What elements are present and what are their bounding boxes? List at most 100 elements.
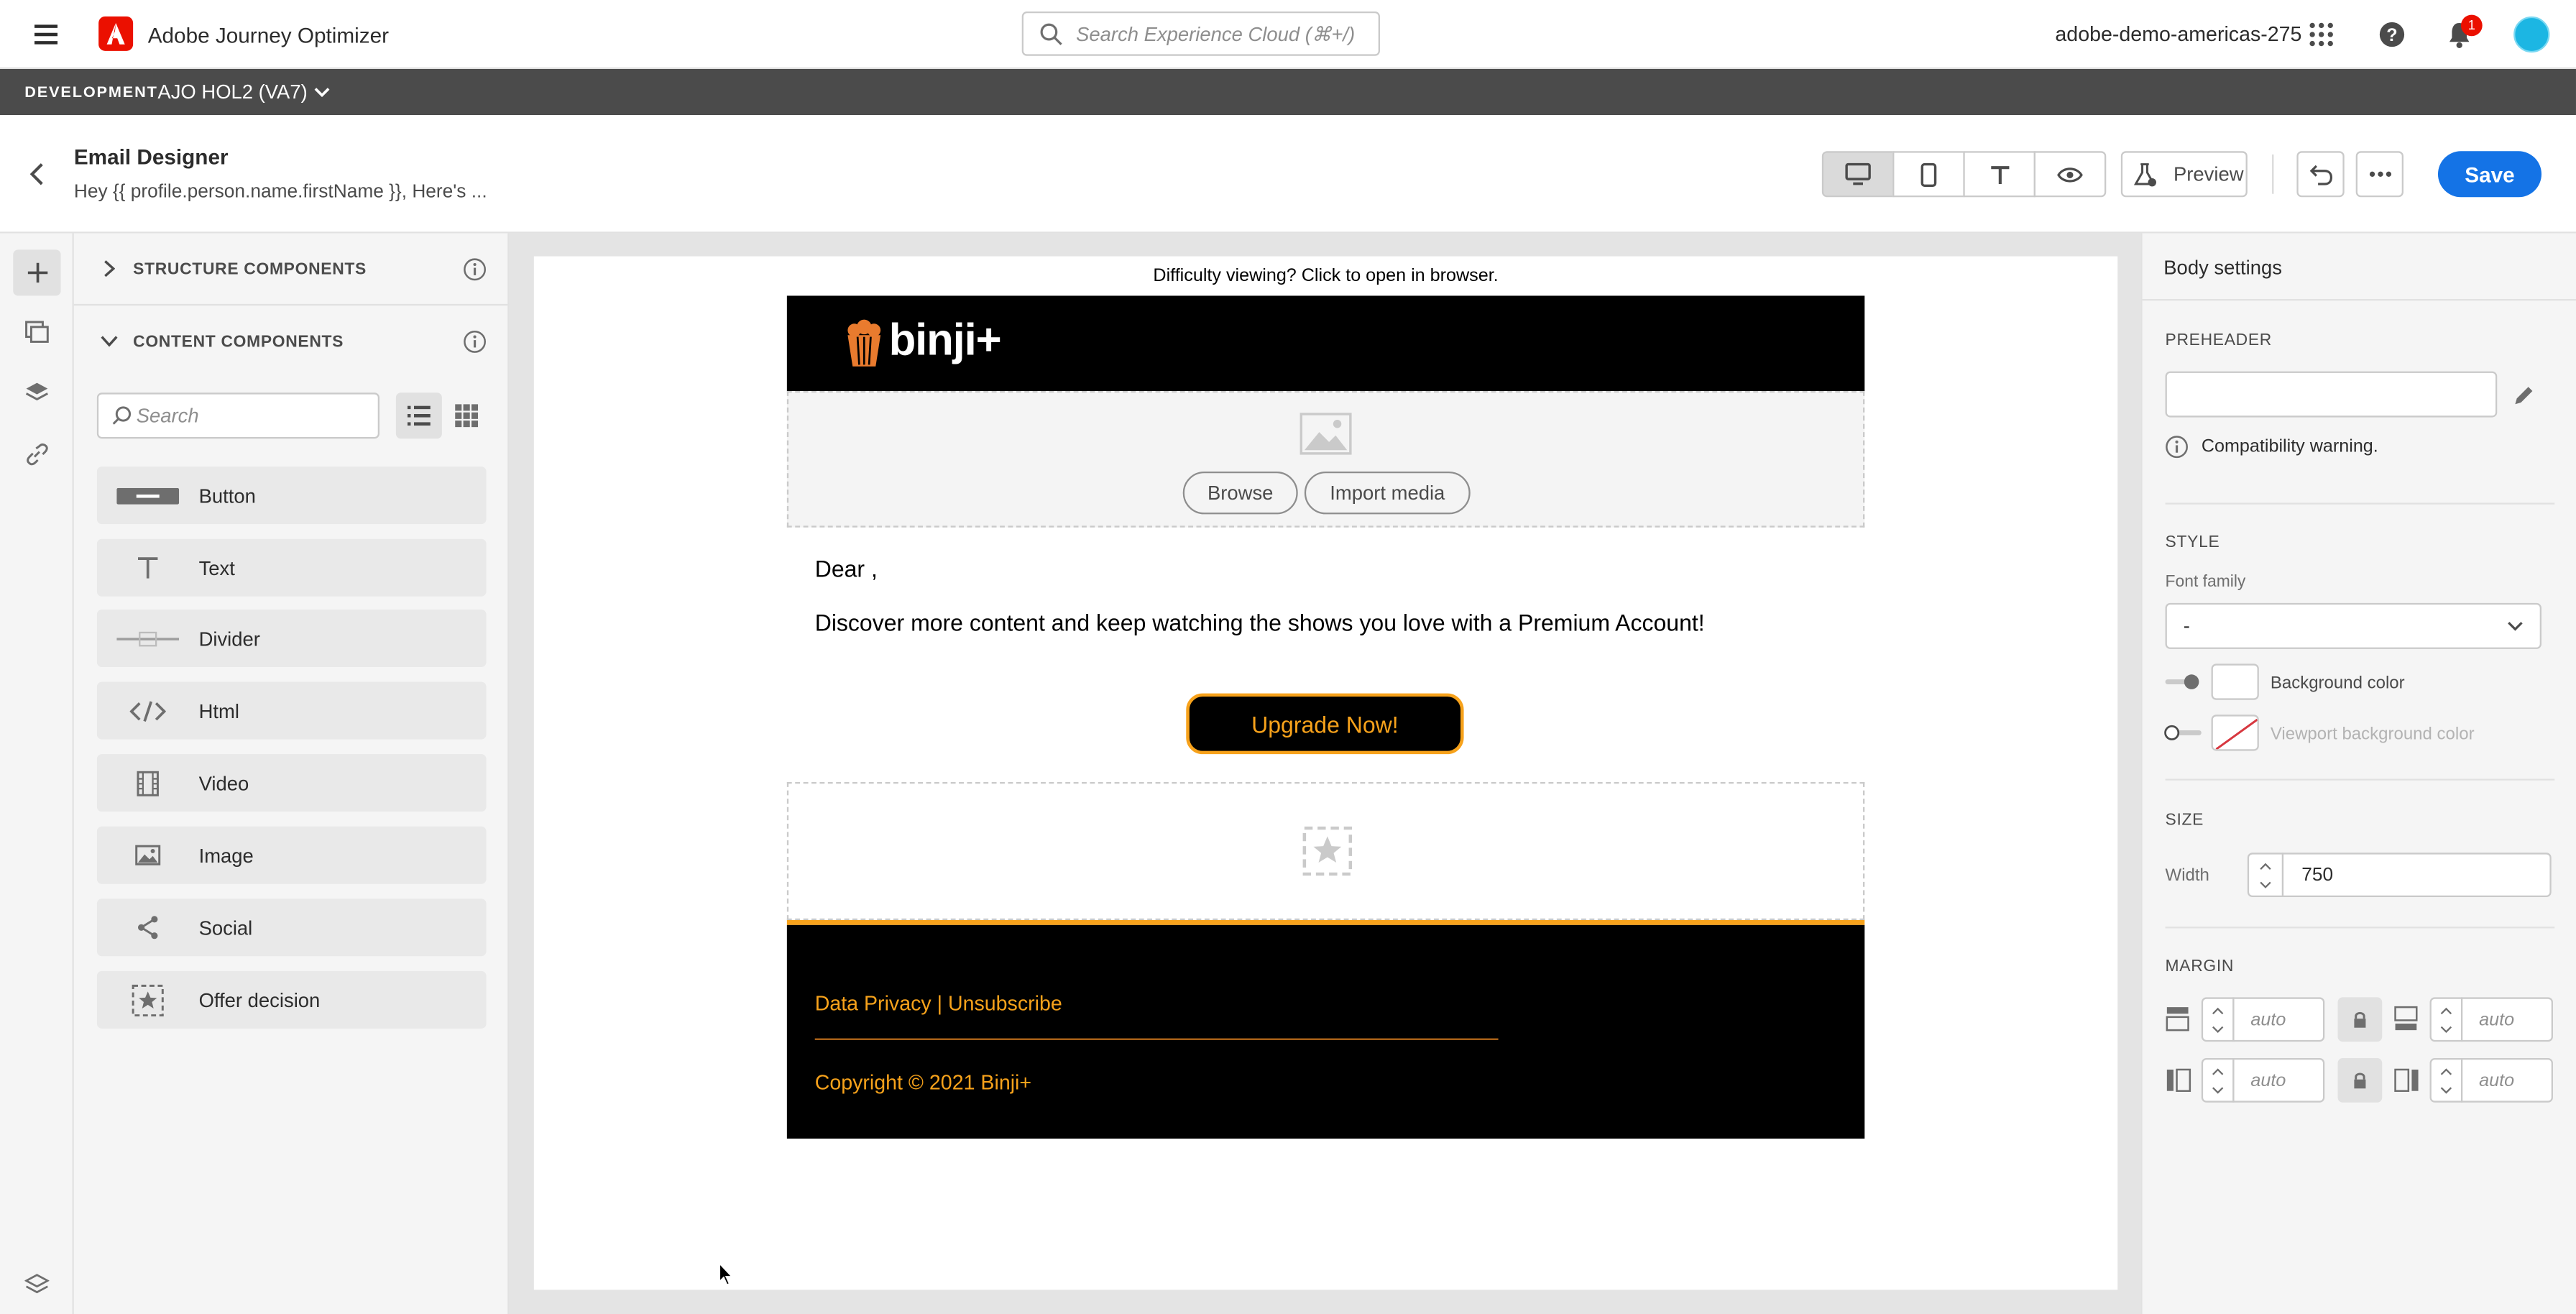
width-stepper[interactable] [2247, 853, 2284, 897]
structure-components-header[interactable]: STRUCTURE COMPONENTS [73, 234, 510, 306]
add-components-icon[interactable] [13, 249, 61, 296]
preheader-input[interactable] [2165, 371, 2498, 418]
designer-header: Email Designer Hey {{ profile.person.nam… [0, 114, 2576, 234]
email-body[interactable]: Difficulty viewing? Click to open in bro… [533, 256, 2118, 1290]
margin-top-icon [2166, 1007, 2189, 1032]
email-header-block[interactable]: binji+ [786, 295, 1865, 391]
adobe-logo[interactable] [98, 16, 134, 51]
text-icon [97, 556, 199, 580]
body-text[interactable]: Discover more content and keep watching … [815, 610, 1705, 636]
background-color-swatch[interactable] [2211, 663, 2259, 700]
component-text[interactable]: Text [96, 538, 487, 597]
chevron-down-icon [2508, 622, 2523, 631]
component-label: Social [198, 916, 253, 939]
component-social[interactable]: Social [96, 899, 487, 957]
mobile-view-button[interactable] [1892, 151, 1965, 198]
component-label: Html [198, 699, 239, 722]
import-media-button[interactable]: Import media [1304, 471, 1471, 515]
viewport-background-toggle[interactable] [2163, 723, 2203, 743]
user-avatar[interactable] [2513, 16, 2550, 53]
search-icon [1040, 22, 1062, 45]
share-icon [97, 915, 199, 939]
component-divider[interactable]: Divider [96, 609, 487, 667]
width-input[interactable]: 750 [2281, 853, 2552, 897]
back-arrow-icon[interactable] [23, 161, 50, 188]
fragments-icon[interactable] [19, 316, 54, 349]
component-html[interactable]: Html [96, 681, 487, 740]
margin-lock-icon[interactable] [2337, 1057, 2383, 1103]
width-label: Width [2165, 865, 2209, 886]
pencil-edit-icon[interactable] [2513, 385, 2535, 406]
mobile-icon [1920, 162, 1937, 186]
apps-grid-icon[interactable] [2305, 18, 2338, 51]
preview-button[interactable]: Preview [2120, 151, 2248, 198]
global-search-input[interactable]: Search Experience Cloud (⌘+/) [1021, 11, 1380, 56]
image-placeholder-block[interactable]: Browse Import media [786, 390, 1865, 528]
margin-bottom-stepper[interactable] [2429, 997, 2463, 1042]
margin-right-input[interactable]: auto [2460, 1057, 2553, 1103]
component-offer-decision[interactable]: Offer decision [96, 970, 487, 1029]
help-icon[interactable]: ? [2375, 18, 2409, 51]
background-color-toggle[interactable] [2163, 672, 2203, 692]
component-search-input[interactable]: Search [96, 392, 380, 439]
margin-lock-icon[interactable] [2337, 997, 2383, 1042]
search-placeholder: Search [136, 404, 199, 428]
brand-logo-text: binji+ [888, 315, 1002, 365]
component-video[interactable]: Video [96, 754, 487, 812]
footer-divider [814, 1038, 1499, 1040]
list-view-icon[interactable] [395, 392, 442, 439]
font-family-value: - [2183, 614, 2190, 638]
sandbox-name[interactable]: AJO HOL2 (VA7) [157, 81, 307, 104]
margin-top-input[interactable]: auto [2232, 997, 2325, 1042]
font-family-select[interactable]: - [2165, 602, 2542, 649]
svg-text:?: ? [2386, 25, 2397, 45]
greeting-text[interactable]: Dear , [815, 556, 878, 582]
component-label: Image [198, 843, 254, 867]
chevron-down-icon[interactable] [309, 81, 336, 104]
margin-top-stepper[interactable] [2201, 997, 2235, 1042]
settings-layers-icon[interactable] [19, 1269, 54, 1302]
panel-title: Body settings [2163, 256, 2282, 280]
desktop-view-button[interactable] [1821, 151, 1895, 198]
hamburger-menu-icon[interactable] [29, 19, 63, 49]
body-settings-panel: Body settings PREHEADER Compatibility wa… [2140, 233, 2576, 1314]
font-family-label: Font family [2165, 573, 2246, 592]
component-label: Button [198, 484, 256, 507]
content-components-header[interactable]: CONTENT COMPONENTS [74, 305, 510, 378]
component-label: Divider [198, 626, 260, 650]
visibility-button[interactable] [2033, 151, 2107, 198]
component-label: Text [198, 556, 235, 579]
org-switcher[interactable]: adobe-demo-americas-275 [2055, 23, 2301, 46]
more-options-button[interactable] [2355, 151, 2404, 198]
divider [2165, 502, 2555, 505]
undo-button[interactable] [2296, 151, 2345, 198]
save-button[interactable]: Save [2437, 151, 2542, 198]
info-icon [464, 330, 486, 353]
view-in-browser-link[interactable]: Difficulty viewing? Click to open in bro… [534, 266, 2117, 285]
margin-bottom-input[interactable]: auto [2460, 997, 2553, 1042]
margin-left-stepper[interactable] [2201, 1057, 2235, 1103]
margin-bottom-icon [2394, 1006, 2418, 1031]
structure-components-label: STRUCTURE COMPONENTS [133, 261, 367, 280]
upgrade-cta-button[interactable]: Upgrade Now! [1186, 693, 1464, 755]
copyright-text[interactable]: Copyright © 2021 Binji+ [815, 1071, 1031, 1094]
footer-links[interactable]: Data Privacy | Unsubscribe [815, 993, 1062, 1016]
email-footer-block[interactable]: Data Privacy | Unsubscribe Copyright © 2… [786, 924, 1865, 1139]
component-button[interactable]: Button [96, 467, 487, 525]
margin-right-stepper[interactable] [2429, 1057, 2463, 1103]
search-placeholder: Search Experience Cloud (⌘+/) [1076, 22, 1356, 45]
style-label: STYLE [2165, 533, 2220, 552]
component-image[interactable]: Image [96, 826, 487, 884]
grid-view-icon[interactable] [448, 392, 484, 438]
undo-icon [2309, 164, 2332, 185]
viewport-background-swatch[interactable] [2211, 715, 2259, 751]
component-label: Video [198, 771, 249, 795]
offer-decision-placeholder[interactable] [786, 781, 1865, 920]
browse-button[interactable]: Browse [1182, 471, 1298, 515]
app-title[interactable]: Adobe Journey Optimizer [148, 23, 389, 47]
link-icon[interactable] [19, 437, 54, 470]
layers-icon[interactable] [19, 376, 54, 409]
text-view-button[interactable] [1963, 151, 2036, 198]
email-subject: Hey {{ profile.person.name.firstName }},… [73, 182, 487, 203]
margin-left-input[interactable]: auto [2232, 1057, 2325, 1103]
